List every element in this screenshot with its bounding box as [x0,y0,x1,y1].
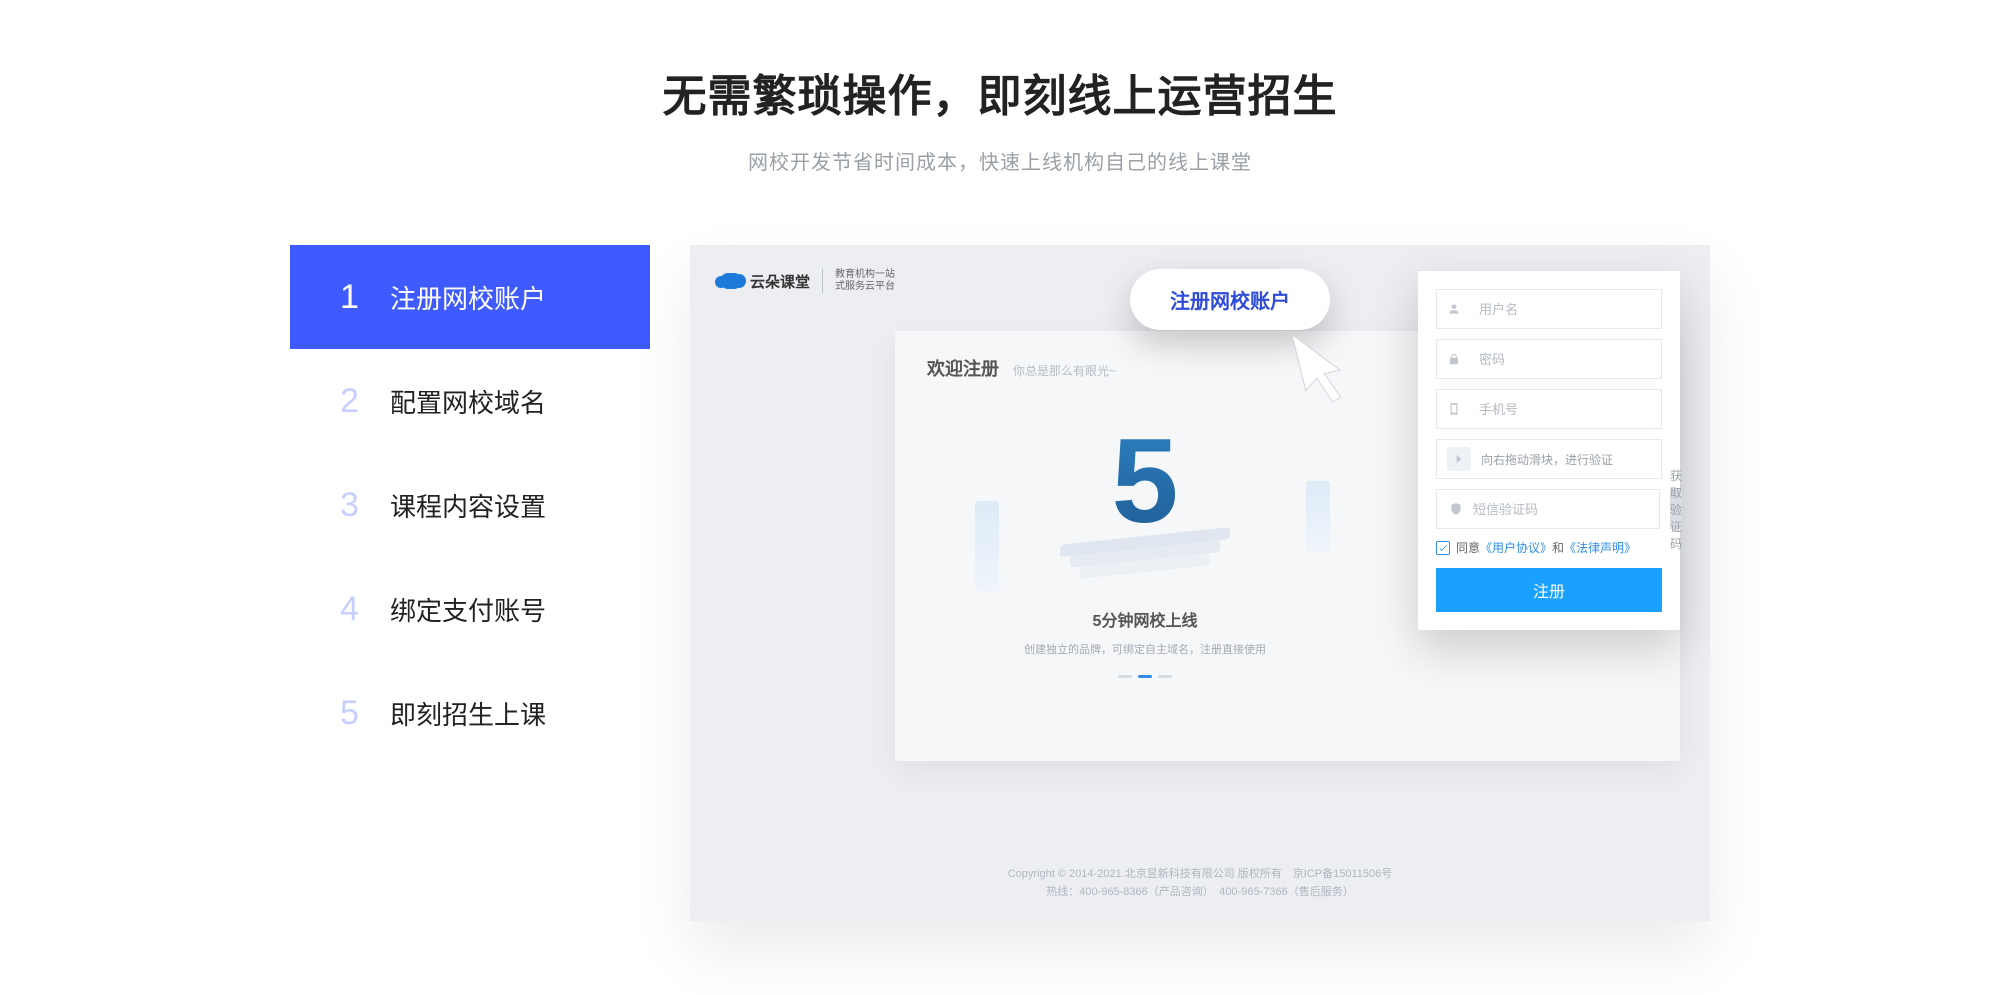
user-agreement-link[interactable]: 《用户协议》 [1480,539,1552,556]
cursor-arrow-icon [1286,325,1353,415]
callout-bubble: 注册网校账户 [1130,269,1330,330]
sms-code-field[interactable] [1436,489,1660,529]
agree-row: 同意 《用户协议》 和 《法律声明》 [1436,539,1662,556]
sms-code-input[interactable] [1473,502,1649,517]
cloud-icon [720,273,742,289]
slider-captcha[interactable]: 向右拖动滑块，进行验证 [1436,439,1662,479]
hero-subtitle: 网校开发节省时间成本，快速上线机构自己的线上课堂 [0,146,2000,175]
illus-title: 5分钟网校上线 [935,607,1355,631]
slider-handle-icon[interactable] [1447,447,1471,471]
step-label: 绑定支付账号 [390,591,546,628]
step-label: 课程内容设置 [390,487,546,524]
username-input[interactable] [1479,302,1655,317]
legal-statement-link[interactable]: 《法律声明》 [1564,539,1636,556]
hero-title: 无需繁琐操作，即刻线上运营招生 [0,60,2000,124]
brand-logo: 云朵课堂 [720,271,810,292]
card-title: 欢迎注册 [927,355,999,381]
step-bind-payment[interactable]: 4 绑定支付账号 [290,557,650,661]
step-number: 2 [340,382,390,421]
phone-icon [1447,400,1461,418]
agree-checkbox[interactable] [1436,541,1450,555]
illustration: 5 5分钟网校上线 创建独立的品牌，可绑定自主域名，注册直接使用 [935,421,1355,678]
step-register-account[interactable]: 1 注册网校账户 [290,245,650,349]
card-subtitle: 你总是那么有眼光~ [1013,362,1116,379]
preview-footer: Copyright © 2014-2021.北京昱新科技有限公司 版权所有 京I… [690,865,1710,901]
lock-icon [1447,350,1461,368]
register-button[interactable]: 注册 [1436,568,1662,612]
step-number: 3 [340,486,390,525]
register-form: 向右拖动滑块，进行验证 获取验证码 同意 《用户协议》 [1418,271,1680,630]
step-start-enrollment[interactable]: 5 即刻招生上课 [290,661,650,765]
phone-input[interactable] [1479,402,1655,417]
step-number: 4 [340,590,390,629]
step-label: 注册网校账户 [390,279,546,316]
big-digit: 5 [1112,421,1179,541]
steps-nav: 1 注册网校账户 2 配置网校域名 3 课程内容设置 4 绑定支付账号 5 即刻… [290,245,650,921]
password-input[interactable] [1479,352,1655,367]
step-course-content[interactable]: 3 课程内容设置 [290,453,650,557]
step-configure-domain[interactable]: 2 配置网校域名 [290,349,650,453]
brand-name: 云朵课堂 [750,271,810,292]
slider-text: 向右拖动滑块，进行验证 [1481,451,1613,468]
step-label: 即刻招生上课 [390,695,546,732]
brand-tagline: 教育机构一站式服务云平台 [822,269,895,293]
preview-topbar: 云朵课堂 教育机构一站式服务云平台 [720,269,895,293]
user-icon [1447,300,1461,318]
step-number: 1 [340,278,390,317]
illus-subtitle: 创建独立的品牌，可绑定自主域名，注册直接使用 [935,641,1355,657]
register-card: 欢迎注册 你总是那么有眼光~ 已有账号? 去 登录 5 5分钟网校上线 创建独立… [895,331,1680,761]
password-field[interactable] [1436,339,1662,379]
phone-field[interactable] [1436,389,1662,429]
step-label: 配置网校域名 [390,383,546,420]
pager-dots[interactable] [935,675,1355,678]
username-field[interactable] [1436,289,1662,329]
step-number: 5 [340,694,390,733]
get-code-button[interactable]: 获取验证码 [1670,489,1682,529]
callout: 注册网校账户 [1130,269,1330,330]
shield-icon [1447,500,1465,518]
preview-screenshot: 云朵课堂 教育机构一站式服务云平台 欢迎注册 你总是那么有眼光~ 已有账号? 去… [690,245,1710,921]
